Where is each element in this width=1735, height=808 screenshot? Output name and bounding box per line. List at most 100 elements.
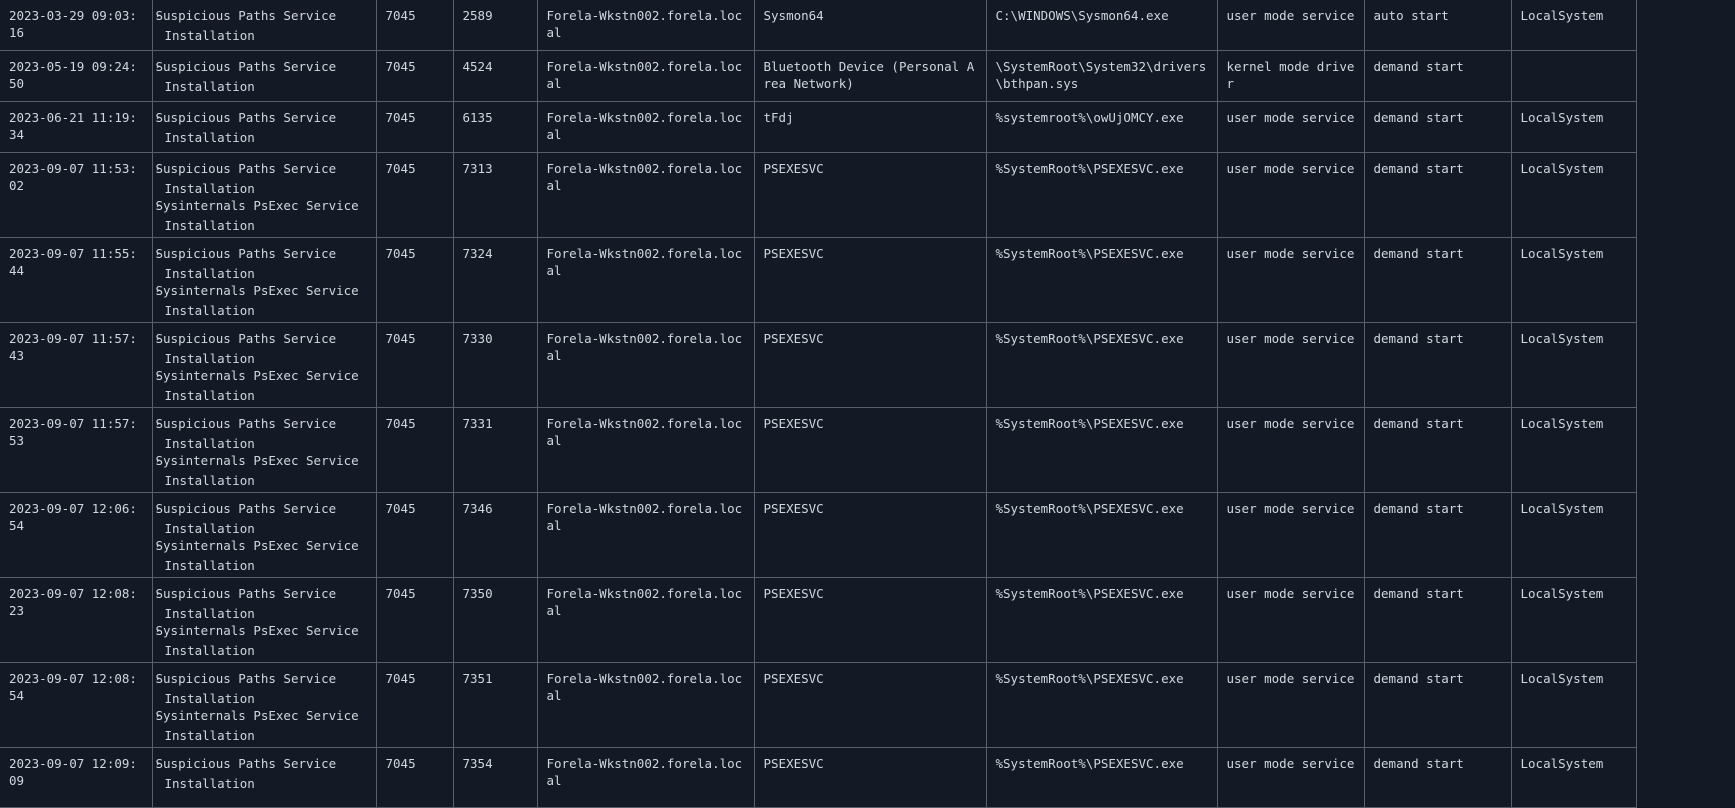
- image-path-cell: \SystemRoot\System32\drivers\bthpan.sys: [985, 50, 1218, 102]
- computer-cell: Forela-Wkstn002.forela.local: [536, 492, 755, 578]
- start-type-cell: demand start: [1363, 237, 1512, 323]
- table-row[interactable]: 2023-09-07 11:53:02 ‣Suspicious Paths Ser…: [0, 152, 1637, 238]
- computer-cell: Forela-Wkstn002.forela.local: [536, 662, 755, 748]
- service-type-cell: user mode service: [1216, 237, 1365, 323]
- table-row[interactable]: 2023-09-07 12:08:54 ‣Suspicious Paths Ser…: [0, 662, 1637, 748]
- event-id-cell: 7045: [375, 407, 454, 493]
- event-id-cell: 7045: [375, 322, 454, 408]
- table-row[interactable]: 2023-05-19 09:24:50 ‣Suspicious Paths Ser…: [0, 50, 1637, 102]
- start-type-cell: demand start: [1363, 322, 1512, 408]
- service-type-cell: user mode service: [1216, 577, 1365, 663]
- timestamp-cell: 2023-03-29 09:03:16: [0, 0, 153, 51]
- record-id-cell: 2589: [452, 0, 538, 51]
- computer-cell: Forela-Wkstn002.forela.local: [536, 577, 755, 663]
- record-id-cell: 7331: [452, 407, 538, 493]
- service-name-cell: Bluetooth Device (Personal Area Network): [753, 50, 987, 102]
- rule-title: ‣Suspicious Paths Service Installation: [155, 586, 337, 621]
- table-row[interactable]: 2023-03-29 09:03:16 ‣Suspicious Paths Ser…: [0, 0, 1637, 51]
- record-id-cell: 4524: [452, 50, 538, 102]
- account-cell: LocalSystem: [1510, 152, 1637, 238]
- rule-titles-cell: ‣Suspicious Paths Service Installation: [151, 0, 377, 51]
- rule-titles-cell: ‣Suspicious Paths Service Installation ‣S…: [151, 152, 377, 238]
- record-id-cell: 7346: [452, 492, 538, 578]
- table-row[interactable]: 2023-09-07 12:06:54 ‣Suspicious Paths Ser…: [0, 492, 1637, 578]
- computer-cell: Forela-Wkstn002.forela.local: [536, 50, 755, 102]
- service-name-cell: PSEXESVC: [753, 152, 987, 238]
- image-path-cell: %SystemRoot%\PSEXESVC.exe: [985, 662, 1218, 748]
- table-row[interactable]: 2023-09-07 11:57:53 ‣Suspicious Paths Ser…: [0, 407, 1637, 493]
- image-path-cell: %SystemRoot%\PSEXESVC.exe: [985, 747, 1218, 808]
- table-row[interactable]: 2023-09-07 11:57:43 ‣Suspicious Paths Ser…: [0, 322, 1637, 408]
- service-name-cell: PSEXESVC: [753, 747, 987, 808]
- record-id-cell: 6135: [452, 101, 538, 153]
- start-type-cell: demand start: [1363, 492, 1512, 578]
- start-type-cell: auto start: [1363, 0, 1512, 51]
- service-name-cell: PSEXESVC: [753, 322, 987, 408]
- rule-titles-cell: ‣Suspicious Paths Service Installation: [151, 50, 377, 102]
- record-id-cell: 7354: [452, 747, 538, 808]
- timestamp-cell: 2023-09-07 12:08:23: [0, 577, 153, 663]
- service-name-cell: PSEXESVC: [753, 662, 987, 748]
- table-row[interactable]: 2023-09-07 11:55:44 ‣Suspicious Paths Ser…: [0, 237, 1637, 323]
- record-id-cell: 7324: [452, 237, 538, 323]
- rule-title: ‣Sysinternals PsExec Service Installatio…: [155, 283, 359, 318]
- service-name-cell: Sysmon64: [753, 0, 987, 51]
- service-type-cell: user mode service: [1216, 101, 1365, 153]
- timestamp-cell: 2023-09-07 11:57:43: [0, 322, 153, 408]
- service-name-cell: PSEXESVC: [753, 577, 987, 663]
- image-path-cell: C:\WINDOWS\Sysmon64.exe: [985, 0, 1218, 51]
- rule-title: ‣Suspicious Paths Service Installation: [155, 416, 337, 451]
- record-id-cell: 7350: [452, 577, 538, 663]
- rule-title: ‣Sysinternals PsExec Service Installatio…: [155, 708, 359, 743]
- service-name-cell: tFdj: [753, 101, 987, 153]
- rule-titles-cell: ‣Suspicious Paths Service Installation ‣S…: [151, 322, 377, 408]
- start-type-cell: demand start: [1363, 662, 1512, 748]
- rule-titles-cell: ‣Suspicious Paths Service Installation: [151, 101, 377, 153]
- image-path-cell: %SystemRoot%\PSEXESVC.exe: [985, 577, 1218, 663]
- event-id-cell: 7045: [375, 0, 454, 51]
- event-id-cell: 7045: [375, 577, 454, 663]
- account-cell: LocalSystem: [1510, 407, 1637, 493]
- service-name-cell: PSEXESVC: [753, 492, 987, 578]
- service-name-cell: PSEXESVC: [753, 237, 987, 323]
- service-type-cell: user mode service: [1216, 322, 1365, 408]
- rule-title: ‣Suspicious Paths Service Installation: [155, 110, 337, 145]
- event-id-cell: 7045: [375, 50, 454, 102]
- image-path-cell: %SystemRoot%\PSEXESVC.exe: [985, 322, 1218, 408]
- timestamp-cell: 2023-09-07 11:55:44: [0, 237, 153, 323]
- record-id-cell: 7313: [452, 152, 538, 238]
- account-cell: LocalSystem: [1510, 322, 1637, 408]
- rule-titles-cell: ‣Suspicious Paths Service Installation ‣S…: [151, 407, 377, 493]
- rule-titles-cell: ‣Suspicious Paths Service Installation ‣S…: [151, 492, 377, 578]
- rule-title: ‣Suspicious Paths Service Installation: [155, 161, 337, 196]
- computer-cell: Forela-Wkstn002.forela.local: [536, 747, 755, 808]
- computer-cell: Forela-Wkstn002.forela.local: [536, 237, 755, 323]
- computer-cell: Forela-Wkstn002.forela.local: [536, 322, 755, 408]
- rule-title: ‣Suspicious Paths Service Installation: [155, 59, 337, 94]
- table-row[interactable]: 2023-09-07 12:08:23 ‣Suspicious Paths Ser…: [0, 577, 1637, 663]
- image-path-cell: %SystemRoot%\PSEXESVC.exe: [985, 152, 1218, 238]
- service-name-cell: PSEXESVC: [753, 407, 987, 493]
- rule-titles-cell: ‣Suspicious Paths Service Installation ‣S…: [151, 237, 377, 323]
- rule-title: ‣Sysinternals PsExec Service Installatio…: [155, 623, 359, 658]
- account-cell: LocalSystem: [1510, 577, 1637, 663]
- event-id-cell: 7045: [375, 492, 454, 578]
- start-type-cell: demand start: [1363, 407, 1512, 493]
- computer-cell: Forela-Wkstn002.forela.local: [536, 407, 755, 493]
- event-id-cell: 7045: [375, 101, 454, 153]
- rule-titles-cell: ‣Suspicious Paths Service Installation ‣S…: [151, 577, 377, 663]
- event-id-cell: 7045: [375, 747, 454, 808]
- image-path-cell: %SystemRoot%\PSEXESVC.exe: [985, 407, 1218, 493]
- detections-table: 2023-03-29 09:03:16 ‣Suspicious Paths Ser…: [0, 0, 1637, 808]
- image-path-cell: %systemroot%\owUjOMCY.exe: [985, 101, 1218, 153]
- record-id-cell: 7330: [452, 322, 538, 408]
- computer-cell: Forela-Wkstn002.forela.local: [536, 0, 755, 51]
- rule-title: ‣Suspicious Paths Service Installation: [155, 671, 337, 706]
- table-row[interactable]: 2023-09-07 12:09:09 ‣Suspicious Paths Ser…: [0, 747, 1637, 808]
- service-type-cell: user mode service: [1216, 747, 1365, 808]
- account-cell: LocalSystem: [1510, 662, 1637, 748]
- rule-title: ‣Sysinternals PsExec Service Installatio…: [155, 538, 359, 573]
- timestamp-cell: 2023-09-07 12:08:54: [0, 662, 153, 748]
- table-row[interactable]: 2023-06-21 11:19:34 ‣Suspicious Paths Ser…: [0, 101, 1637, 153]
- rule-title: ‣Suspicious Paths Service Installation: [155, 8, 337, 43]
